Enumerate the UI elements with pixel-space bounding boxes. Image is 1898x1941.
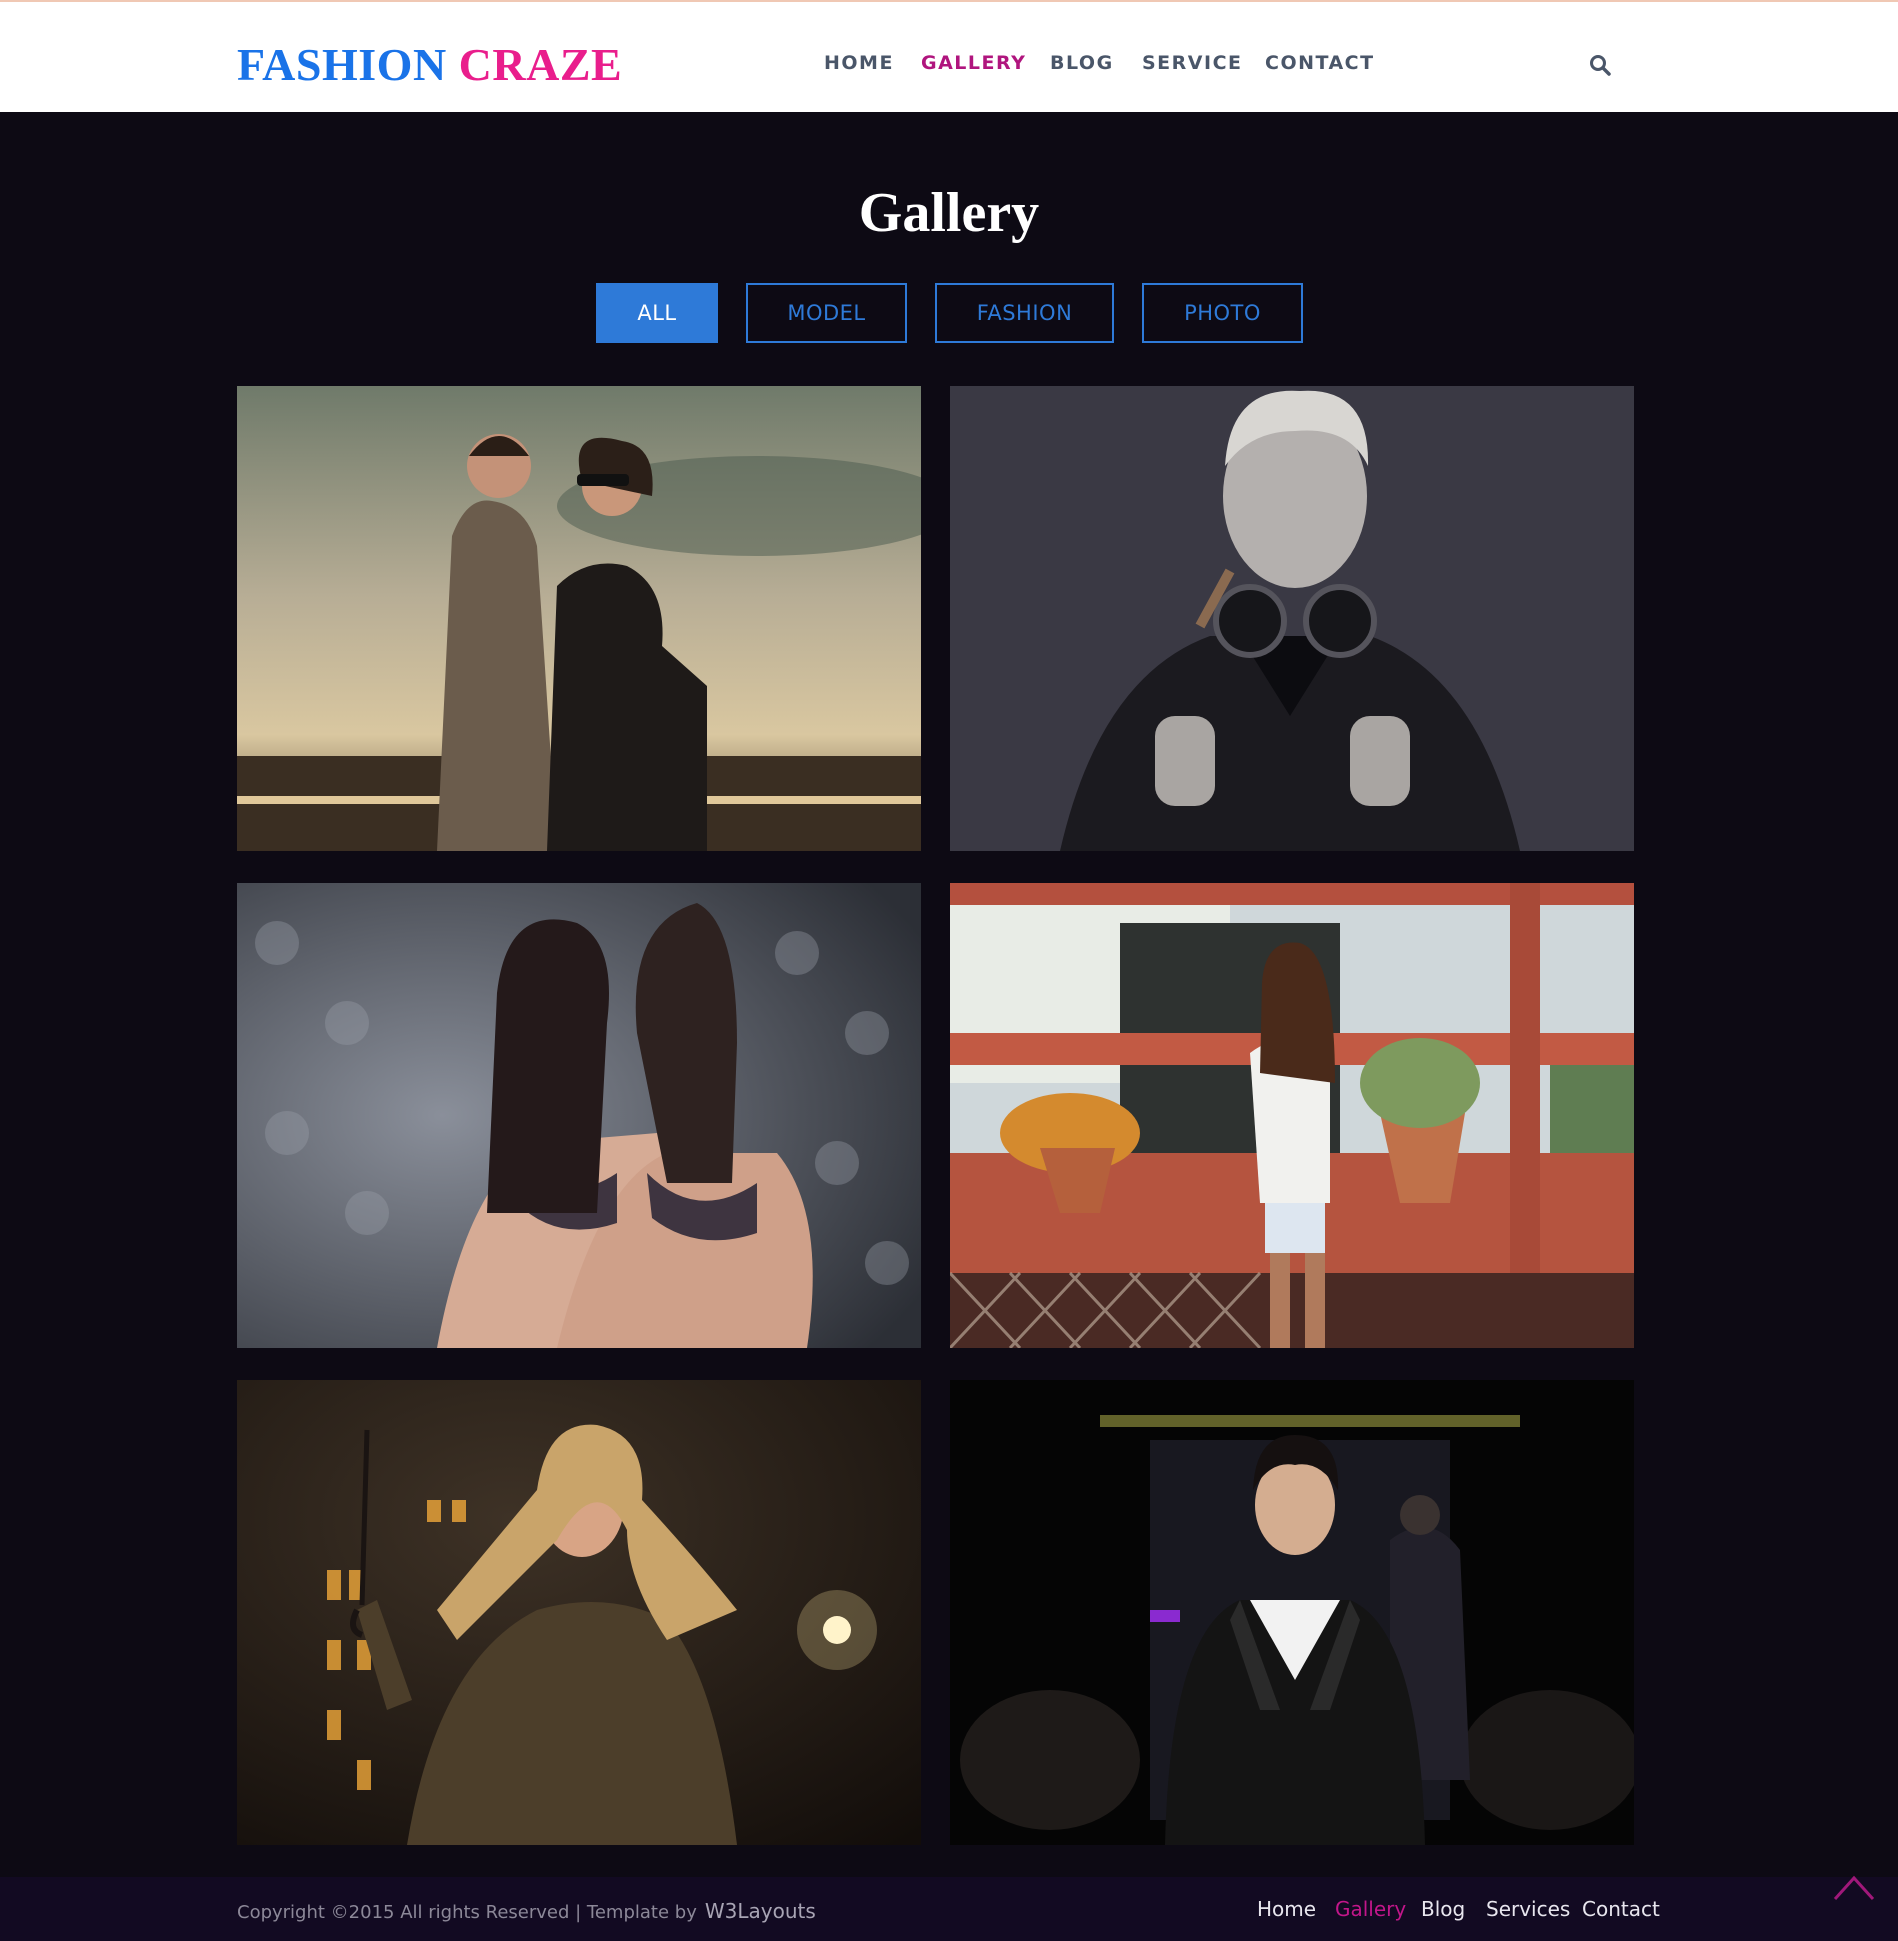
credit-link[interactable]: W3Layouts bbox=[705, 1899, 816, 1923]
search-icon[interactable] bbox=[1588, 53, 1612, 77]
nav-service[interactable]: SERVICE bbox=[1142, 52, 1243, 74]
footer-link-contact[interactable]: Contact bbox=[1582, 1897, 1660, 1921]
copyright-label: Copyright ©2015 All rights Reserved | Te… bbox=[237, 1902, 697, 1923]
footer-link-services[interactable]: Services bbox=[1486, 1897, 1570, 1921]
footer-link-home[interactable]: Home bbox=[1257, 1897, 1316, 1921]
nav-home[interactable]: HOME bbox=[824, 52, 894, 74]
footer-link-gallery[interactable]: Gallery bbox=[1335, 1897, 1406, 1921]
nav-contact[interactable]: CONTACT bbox=[1265, 52, 1375, 74]
two-women-photo[interactable] bbox=[237, 883, 921, 1348]
nav-blog[interactable]: BLOG bbox=[1050, 52, 1114, 74]
page-title: Gallery bbox=[858, 182, 1040, 244]
nav-gallery[interactable]: GALLERY bbox=[921, 52, 1026, 74]
filter-model-button[interactable]: MODEL bbox=[746, 283, 907, 343]
main-nav: HOME GALLERY BLOG SERVICE CONTACT bbox=[0, 52, 1898, 78]
filter-photo-button[interactable]: PHOTO bbox=[1142, 283, 1303, 343]
site-footer: Copyright ©2015 All rights Reserved | Te… bbox=[0, 1877, 1898, 1941]
filter-all-button[interactable]: ALL bbox=[596, 283, 718, 343]
man-runway-photo[interactable] bbox=[950, 1380, 1634, 1845]
woman-umbrella-photo[interactable] bbox=[237, 1380, 921, 1845]
man-headphones-photo[interactable] bbox=[950, 386, 1634, 851]
couple-sunglasses-photo[interactable] bbox=[237, 386, 921, 851]
site-header: FASHION CRAZE HOME GALLERY BLOG SERVICE … bbox=[0, 0, 1898, 112]
woman-porch-photo[interactable] bbox=[950, 883, 1634, 1348]
filter-fashion-button[interactable]: FASHION bbox=[935, 283, 1114, 343]
footer-link-blog[interactable]: Blog bbox=[1421, 1897, 1465, 1921]
copyright-text: Copyright ©2015 All rights Reserved | Te… bbox=[237, 1899, 816, 1923]
chevron-up-icon[interactable] bbox=[1832, 1869, 1876, 1903]
